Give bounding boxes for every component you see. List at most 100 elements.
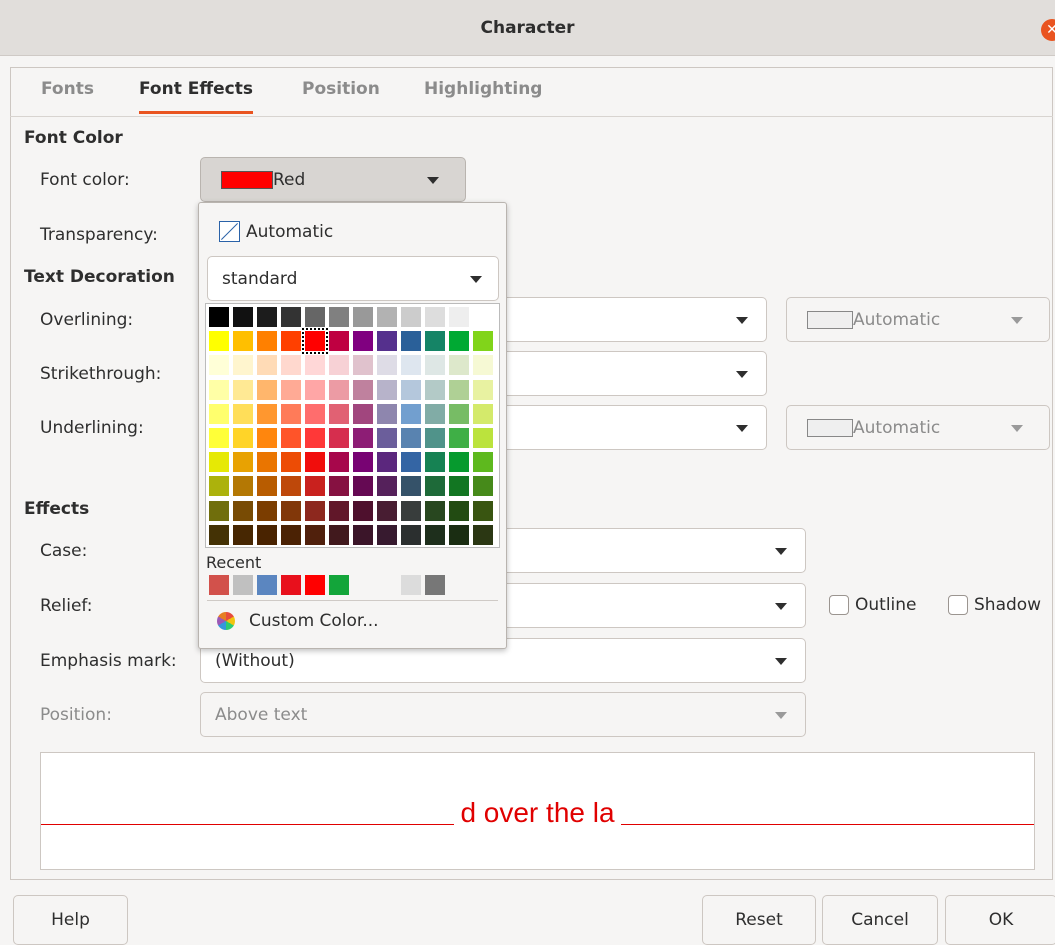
color-swatch[interactable] [425, 524, 445, 545]
color-swatch[interactable] [449, 403, 469, 424]
color-swatch[interactable] [473, 307, 493, 327]
close-icon[interactable]: ✕ [1041, 19, 1055, 41]
color-swatch[interactable] [209, 331, 229, 352]
color-swatch[interactable] [449, 307, 469, 327]
automatic-color-option[interactable]: Automatic [219, 221, 333, 242]
color-swatch[interactable] [233, 524, 253, 545]
color-swatch[interactable] [329, 307, 349, 327]
color-swatch[interactable] [281, 500, 301, 521]
recent-color-swatch[interactable] [257, 575, 277, 595]
color-swatch[interactable] [305, 307, 325, 327]
color-swatch[interactable] [329, 355, 349, 376]
color-swatch[interactable] [425, 476, 445, 497]
color-swatch[interactable] [353, 379, 373, 400]
color-swatch[interactable] [449, 427, 469, 448]
color-swatch[interactable] [233, 403, 253, 424]
color-swatch[interactable] [305, 355, 325, 376]
color-swatch[interactable] [473, 331, 493, 352]
color-swatch[interactable] [305, 500, 325, 521]
color-swatch[interactable] [257, 500, 277, 521]
color-swatch[interactable] [329, 331, 349, 352]
color-swatch[interactable] [425, 355, 445, 376]
color-swatch[interactable] [209, 307, 229, 327]
color-swatch[interactable] [449, 331, 469, 352]
color-swatch[interactable] [257, 331, 277, 352]
cancel-button[interactable]: Cancel [822, 895, 938, 945]
color-swatch[interactable] [281, 427, 301, 448]
color-swatch[interactable] [353, 427, 373, 448]
color-swatch[interactable] [209, 403, 229, 424]
color-swatch[interactable] [281, 379, 301, 400]
color-swatch[interactable] [257, 403, 277, 424]
color-swatch[interactable] [233, 355, 253, 376]
color-swatch[interactable] [473, 452, 493, 473]
color-swatch[interactable] [401, 476, 421, 497]
color-swatch[interactable] [473, 379, 493, 400]
underlining-color-button[interactable]: Automatic [786, 405, 1050, 450]
color-swatch[interactable] [401, 500, 421, 521]
color-swatch[interactable] [281, 452, 301, 473]
outline-checkbox[interactable]: Outline [829, 595, 917, 615]
color-swatch[interactable] [257, 452, 277, 473]
color-swatch[interactable] [401, 379, 421, 400]
overlining-color-button[interactable]: Automatic [786, 297, 1050, 342]
color-swatch[interactable] [473, 500, 493, 521]
color-swatch[interactable] [449, 524, 469, 545]
color-swatch[interactable] [329, 379, 349, 400]
recent-color-swatch[interactable] [209, 575, 229, 595]
color-swatch[interactable] [257, 379, 277, 400]
color-swatch[interactable] [209, 452, 229, 473]
color-swatch[interactable] [305, 476, 325, 497]
color-swatch[interactable] [449, 500, 469, 521]
color-swatch[interactable] [401, 427, 421, 448]
color-swatch[interactable] [209, 500, 229, 521]
color-swatch[interactable] [425, 331, 445, 352]
color-swatch[interactable] [401, 307, 421, 327]
color-swatch[interactable] [257, 307, 277, 327]
color-swatch[interactable] [473, 403, 493, 424]
color-swatch[interactable] [233, 500, 253, 521]
color-swatch[interactable] [257, 427, 277, 448]
color-swatch[interactable] [473, 427, 493, 448]
color-swatch[interactable] [353, 403, 373, 424]
outline-checkbox-box[interactable] [829, 595, 849, 615]
color-swatch[interactable] [473, 524, 493, 545]
color-swatch[interactable] [209, 476, 229, 497]
tab-position[interactable]: Position [302, 79, 380, 111]
color-swatch[interactable] [377, 355, 397, 376]
color-swatch[interactable] [281, 355, 301, 376]
color-swatch[interactable] [305, 452, 325, 473]
color-swatch[interactable] [305, 403, 325, 424]
color-swatch[interactable] [329, 500, 349, 521]
color-swatch[interactable] [377, 476, 397, 497]
tab-highlighting[interactable]: Highlighting [424, 79, 542, 111]
color-swatch[interactable] [401, 331, 421, 352]
color-swatch[interactable] [233, 427, 253, 448]
tab-font-effects[interactable]: Font Effects [139, 79, 253, 114]
color-swatch[interactable] [473, 476, 493, 497]
color-swatch[interactable] [425, 403, 445, 424]
color-swatch[interactable] [353, 331, 373, 352]
custom-color-button[interactable]: Custom Color... [217, 611, 379, 631]
recent-color-swatch[interactable] [329, 575, 349, 595]
color-swatch[interactable] [257, 524, 277, 545]
color-swatch[interactable] [425, 307, 445, 327]
color-swatch[interactable] [281, 524, 301, 545]
color-swatch[interactable] [281, 307, 301, 327]
color-swatch[interactable] [305, 427, 325, 448]
color-swatch[interactable] [329, 524, 349, 545]
color-swatch[interactable] [233, 476, 253, 497]
color-swatch[interactable] [377, 403, 397, 424]
recent-color-swatch[interactable] [401, 575, 421, 595]
color-swatch[interactable] [425, 427, 445, 448]
color-swatch[interactable] [449, 476, 469, 497]
color-swatch[interactable] [329, 427, 349, 448]
color-swatch[interactable] [449, 355, 469, 376]
color-swatch[interactable] [449, 452, 469, 473]
color-swatch[interactable] [353, 476, 373, 497]
color-swatch[interactable] [305, 379, 325, 400]
recent-color-swatch[interactable] [425, 575, 445, 595]
color-swatch[interactable] [377, 379, 397, 400]
color-swatch[interactable] [305, 524, 325, 545]
color-swatch[interactable] [401, 452, 421, 473]
